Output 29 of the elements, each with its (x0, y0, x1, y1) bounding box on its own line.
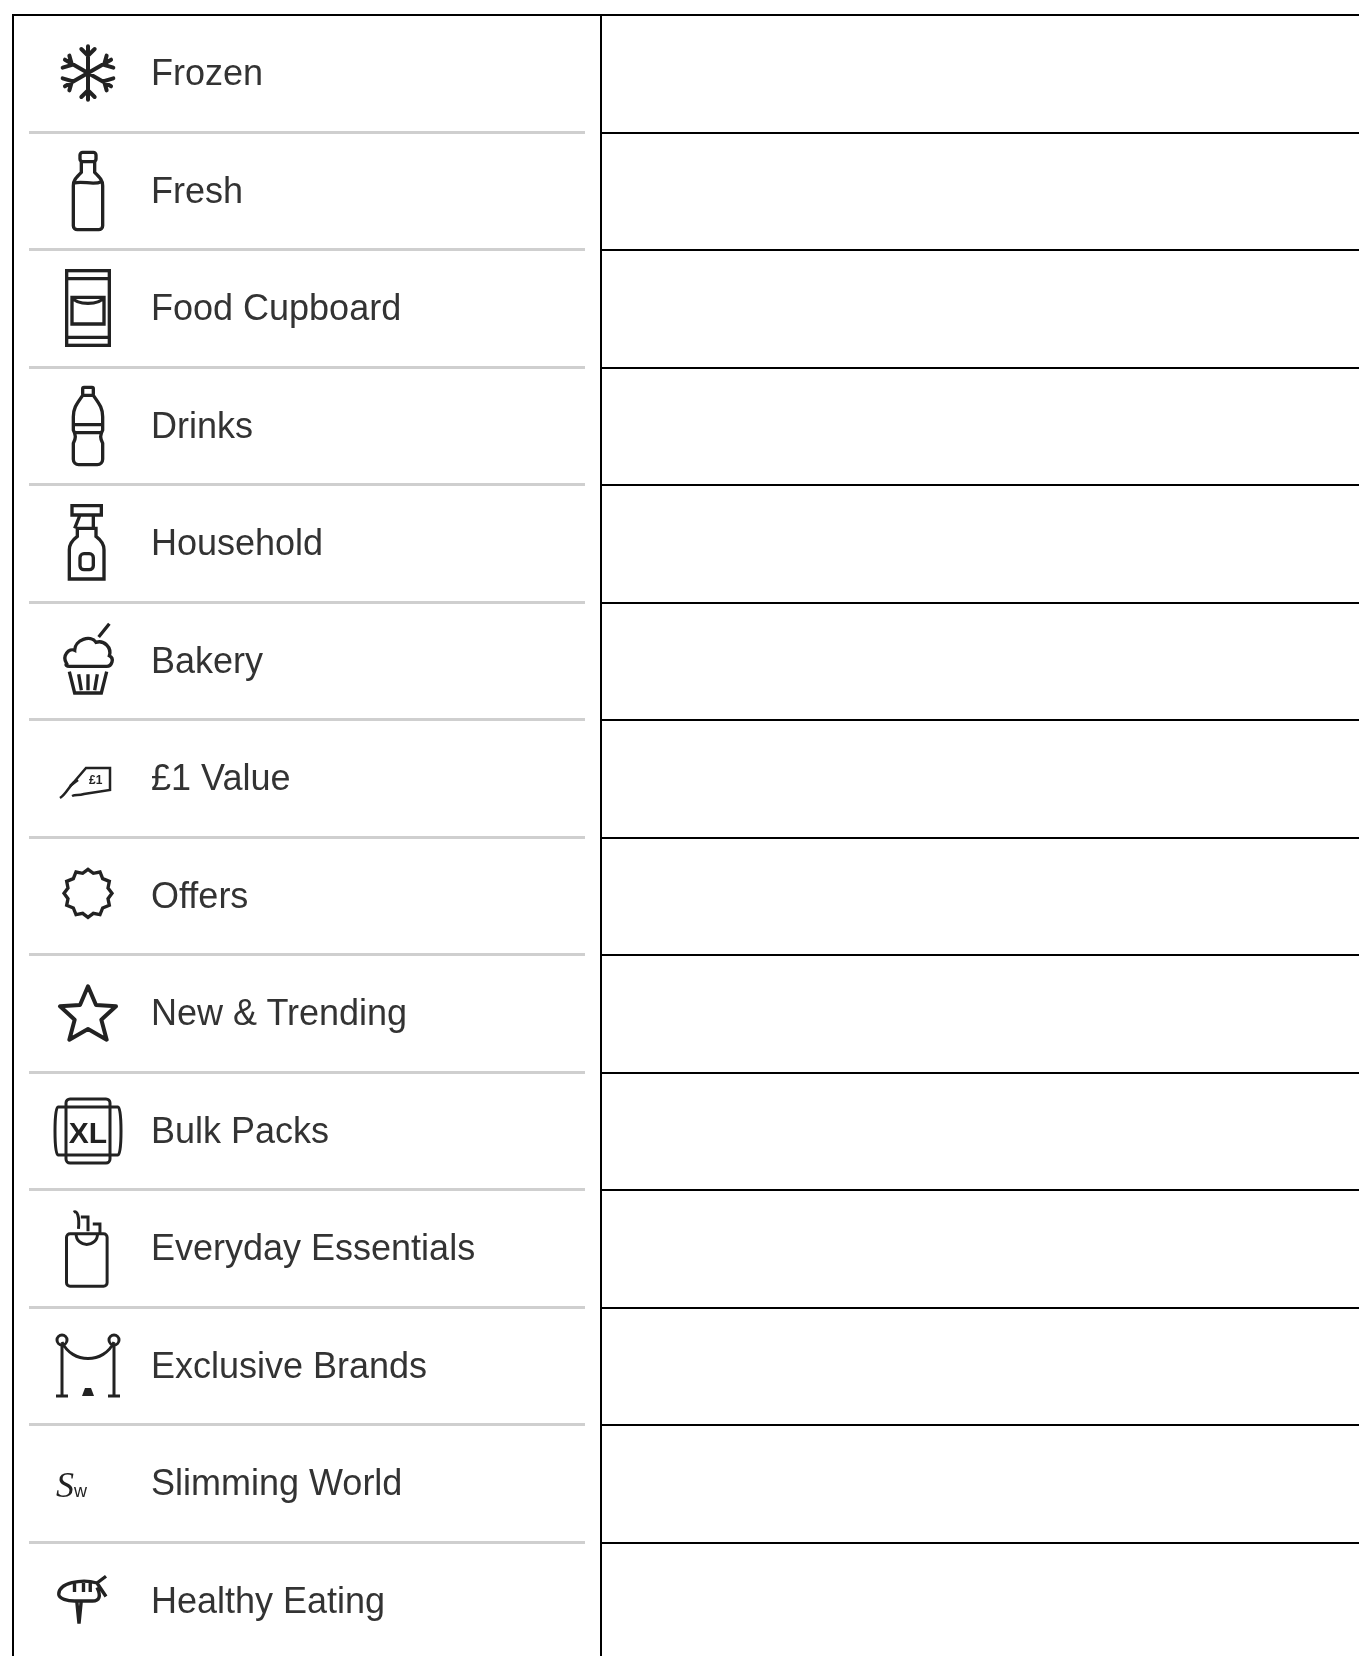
category-item[interactable]: Healthy Eating (29, 1543, 585, 1656)
category-label: Drinks (151, 404, 253, 447)
category-label: Offers (151, 874, 249, 917)
category-item[interactable]: Bakery (29, 603, 585, 721)
category-item[interactable]: Household (29, 486, 585, 604)
category-label: Bakery (151, 639, 264, 682)
category-item[interactable]: XL Bulk Packs (29, 1073, 585, 1191)
category-label: Food Cupboard (151, 287, 402, 330)
category-item[interactable]: £1 £1 Value (29, 721, 585, 839)
category-label: Exclusive Brands (151, 1344, 428, 1387)
category-label: Bulk Packs (151, 1109, 330, 1152)
category-label: Everyday Essentials (151, 1227, 476, 1270)
category-item[interactable]: New & Trending (29, 956, 585, 1074)
category-label: Healthy Eating (151, 1579, 386, 1622)
category-item[interactable]: Exclusive Brands (29, 1308, 585, 1426)
category-label: Frozen (151, 52, 264, 95)
category-label: Slimming World (151, 1462, 403, 1505)
category-item[interactable]: Fresh (29, 133, 585, 251)
category-item[interactable]: Drinks (29, 368, 585, 486)
category-label: £1 Value (151, 757, 291, 800)
category-item[interactable]: Frozen (29, 16, 585, 134)
category-label: New & Trending (151, 992, 408, 1035)
category-label: Fresh (151, 169, 244, 212)
category-item[interactable]: Sw Slimming World (29, 1426, 585, 1544)
category-item[interactable]: Food Cupboard (29, 251, 585, 369)
category-item[interactable]: Offers (29, 838, 585, 956)
category-label: Household (151, 522, 324, 565)
script-logo-icon: Sw (52, 1445, 124, 1522)
category-item[interactable]: Everyday Essentials (29, 1191, 585, 1309)
